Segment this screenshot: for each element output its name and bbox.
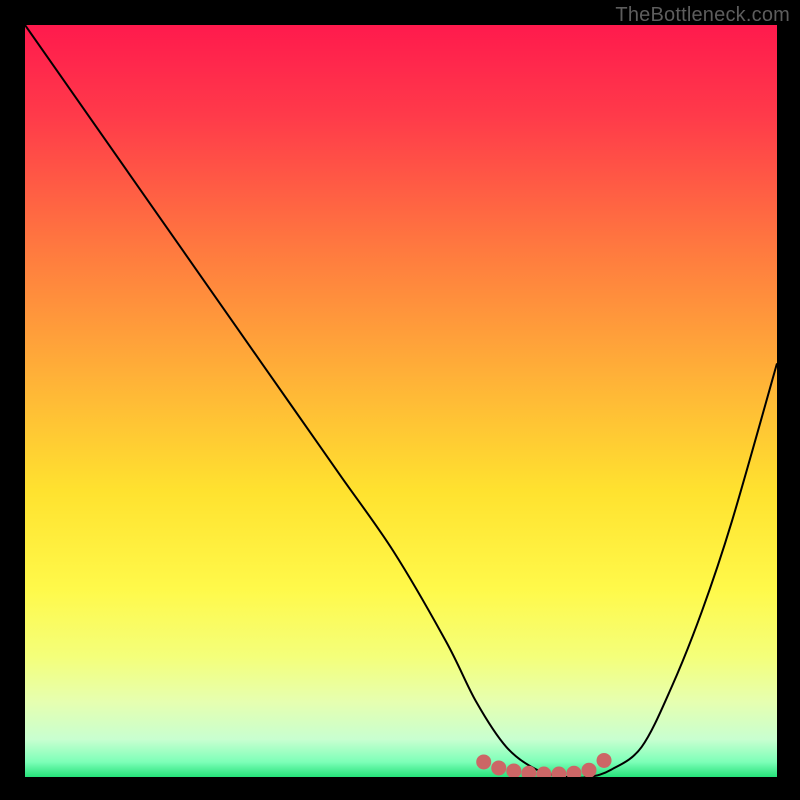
optimal-dot [536, 766, 551, 777]
optimal-dot [506, 763, 521, 777]
curve-layer [25, 25, 777, 777]
optimal-dot [597, 753, 612, 768]
optimal-range-dots [476, 753, 611, 777]
optimal-dot [491, 760, 506, 775]
optimal-dot [566, 766, 581, 777]
watermark-text: TheBottleneck.com [615, 4, 790, 27]
bottleneck-curve [25, 25, 777, 777]
chart-frame: TheBottleneck.com [0, 0, 800, 800]
optimal-dot [551, 766, 566, 777]
plot-area [25, 25, 777, 777]
optimal-dot [582, 763, 597, 777]
optimal-dot [476, 754, 491, 769]
